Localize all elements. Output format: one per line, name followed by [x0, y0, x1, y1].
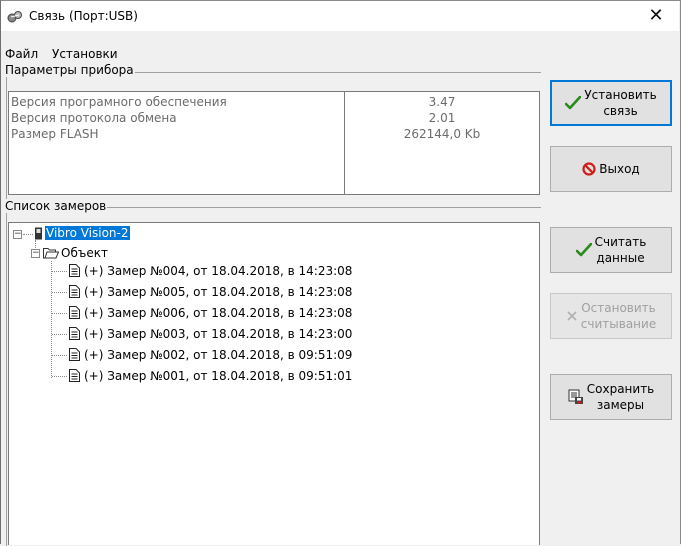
exit-button[interactable]: Выход [550, 146, 672, 192]
connect-button[interactable]: Установить связь [550, 80, 672, 126]
tree-line [51, 261, 52, 378]
device-label: Vibro Vision-2 [45, 226, 130, 240]
measurement-item[interactable]: (+) Замер №001, от 18.04.2018, в 09:51:0… [84, 369, 352, 387]
x-icon [566, 310, 578, 322]
stop-reading-button[interactable]: Остановить считывание [550, 293, 672, 339]
stop-reading-button-label: Остановить считывание [580, 301, 657, 331]
param-name-software-version: Версия програмного обеспечения [11, 95, 227, 109]
tree-line [52, 355, 67, 356]
param-value-protocol-version: 2.01 [428, 111, 456, 125]
tree-line [35, 240, 36, 248]
tree-line [23, 234, 33, 235]
document-icon [69, 306, 80, 322]
tree-line [52, 376, 67, 377]
params-table: Версия програмного обеспечения 3.47 Верс… [8, 91, 540, 195]
close-button[interactable]: ✕ [633, 1, 679, 31]
no-entry-icon [582, 162, 596, 176]
document-icon [69, 369, 80, 385]
object-label: Объект [61, 246, 108, 260]
tree-line [52, 313, 67, 314]
param-value-flash-size: 262144,0 Kb [403, 127, 481, 141]
menu-settings[interactable]: Установки [52, 47, 118, 61]
document-icon [69, 285, 80, 301]
param-name-flash-size: Размер FLASH [11, 127, 99, 141]
measurement-item[interactable]: (+) Замер №004, от 18.04.2018, в 14:23:0… [84, 264, 352, 282]
tree-line [52, 271, 67, 272]
measurements-tree[interactable]: − Vibro Vision-2 − Объект (+) Замер №004… [8, 222, 540, 545]
window-title: Связь (Порт:USB) [29, 9, 138, 23]
document-icon [69, 264, 80, 280]
title-bar[interactable]: Связь (Порт:USB) ✕ [1, 1, 679, 31]
connect-button-label: Установить связь [584, 88, 657, 118]
read-data-button[interactable]: Считать данные [550, 227, 672, 273]
param-value-software-version: 3.47 [428, 95, 456, 109]
measurement-item[interactable]: (+) Замер №006, от 18.04.2018, в 14:23:0… [84, 306, 352, 324]
check-icon [575, 243, 592, 257]
menu-file[interactable]: Файл [5, 47, 38, 61]
tree-node-device[interactable]: Vibro Vision-2 [45, 226, 130, 244]
tree-line [52, 292, 67, 293]
measurement-item[interactable]: (+) Замер №003, от 18.04.2018, в 14:23:0… [84, 327, 352, 345]
check-icon [565, 96, 582, 110]
collapse-toggle-object[interactable]: − [31, 249, 40, 258]
exit-button-label: Выход [599, 162, 640, 176]
save-icon [568, 389, 584, 405]
document-icon [69, 348, 80, 364]
measurement-item[interactable]: (+) Замер №005, от 18.04.2018, в 14:23:0… [84, 285, 352, 303]
document-icon [69, 327, 80, 343]
save-measurements-button[interactable]: Сохранить замеры [550, 374, 672, 420]
collapse-toggle-device[interactable]: − [13, 230, 22, 239]
list-group-label: Список замеров [4, 199, 108, 213]
app-icon [7, 9, 23, 25]
params-group-label: Параметры прибора [4, 63, 135, 77]
save-measurements-button-label: Сохранить замеры [586, 382, 655, 412]
tree-line [52, 334, 67, 335]
measurement-item[interactable]: (+) Замер №002, от 18.04.2018, в 09:51:0… [84, 348, 352, 366]
tree-node-object[interactable]: Объект [61, 246, 108, 264]
read-data-button-label: Считать данные [594, 235, 647, 265]
folder-icon [43, 247, 60, 262]
param-name-protocol-version: Версия протокола обмена [11, 111, 177, 125]
